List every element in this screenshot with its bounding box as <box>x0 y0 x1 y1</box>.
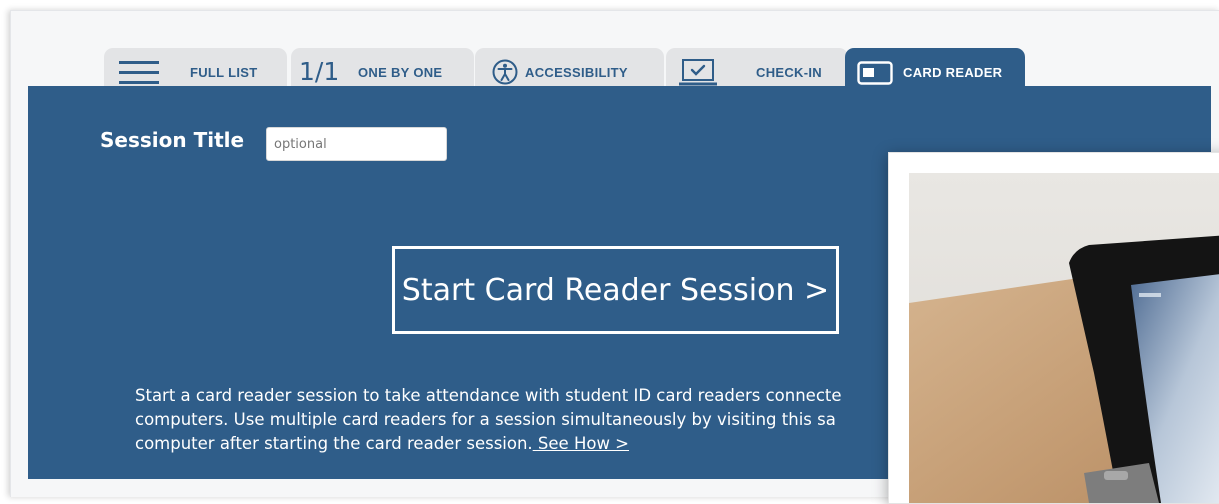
session-title-label: Session Title <box>100 128 245 152</box>
description-text: computer after starting the card reader … <box>135 434 533 453</box>
tab-label: ONE BY ONE <box>358 65 443 80</box>
tab-label: CARD READER <box>903 65 1003 80</box>
see-how-link[interactable]: See How > <box>533 434 629 453</box>
accessibility-icon <box>492 59 518 85</box>
description-line: Start a card reader session to take atte… <box>135 386 842 405</box>
tab-label: ACCESSIBILITY <box>525 65 628 80</box>
hamburger-icon <box>119 61 159 85</box>
tab-label: FULL LIST <box>190 65 258 80</box>
tablet-photo-image <box>909 173 1219 503</box>
start-card-reader-session-button[interactable]: Start Card Reader Session > <box>392 246 839 334</box>
one-of-one-icon: 1/1 <box>299 57 340 86</box>
description-line: computers. Use multiple card readers for… <box>135 410 836 429</box>
tab-bar: FULL LIST 1/1 ONE BY ONE ACCESSIBILITY C… <box>11 11 1219 97</box>
card-reader-icon <box>857 61 893 85</box>
laptop-check-icon <box>678 59 718 87</box>
card-reader-photo <box>888 152 1219 504</box>
tab-label: CHECK-IN <box>756 65 822 80</box>
description-line: computer after starting the card reader … <box>135 432 905 456</box>
session-title-input[interactable] <box>266 127 447 161</box>
card-reader-description: Start a card reader session to take atte… <box>135 384 905 464</box>
